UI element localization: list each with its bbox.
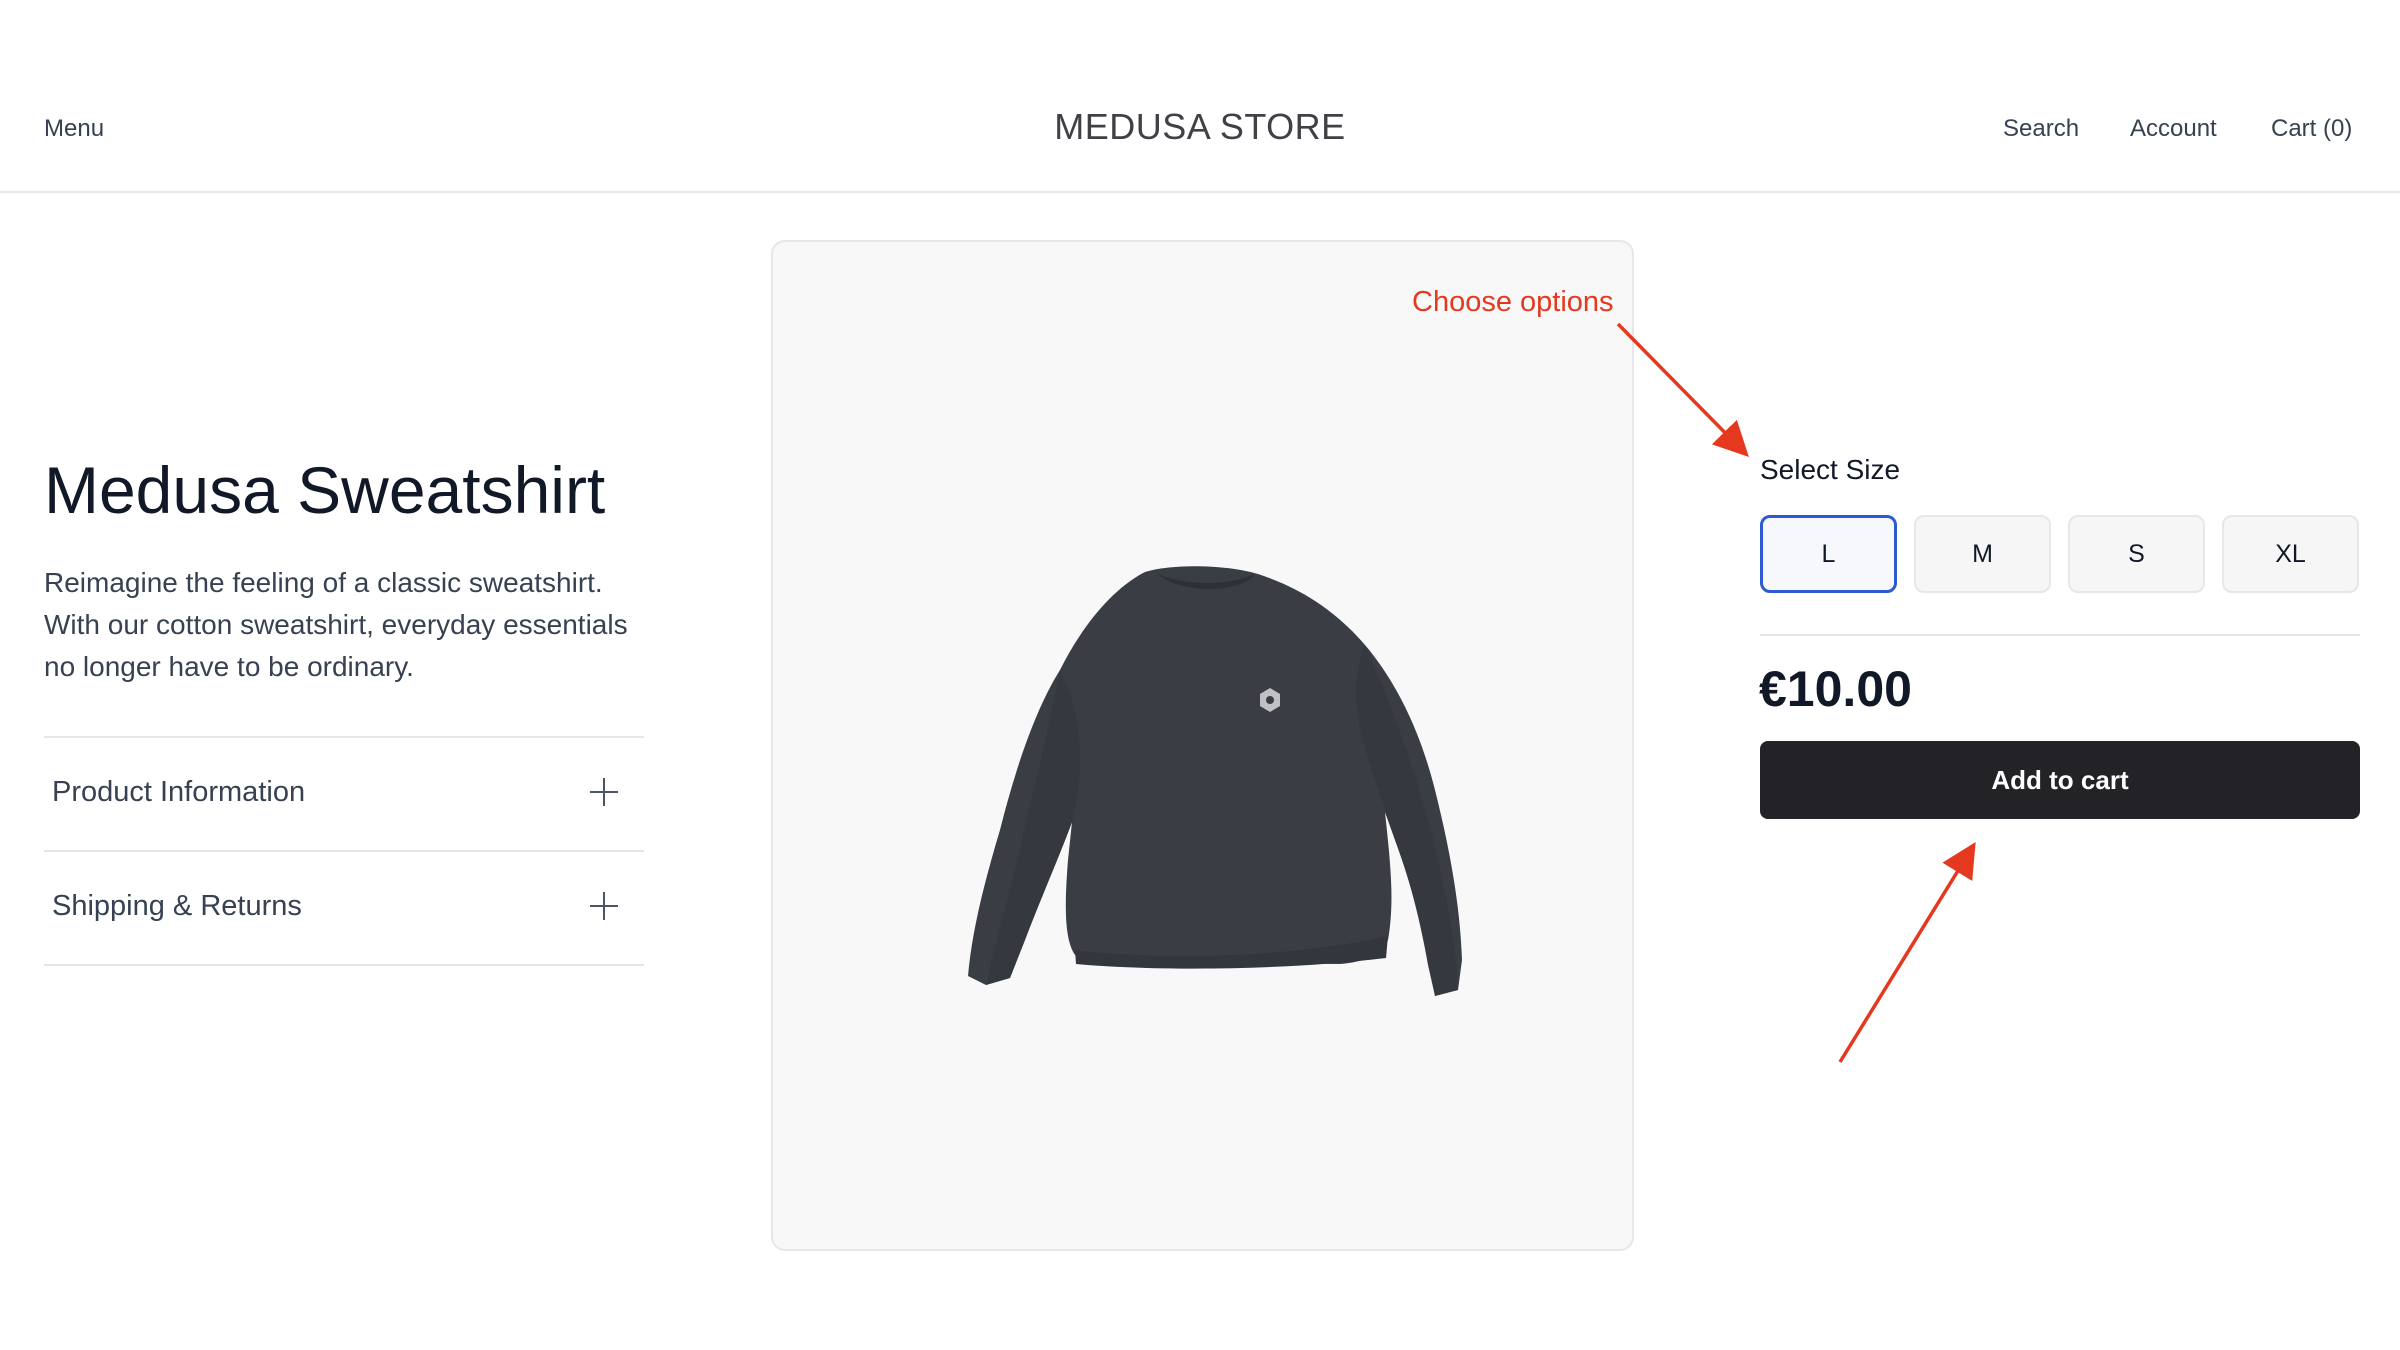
size-option-m[interactable]: M [1914, 515, 2051, 593]
options-divider [1760, 634, 2360, 636]
add-to-cart-button[interactable]: Add to cart [1760, 741, 2360, 819]
plus-icon[interactable] [590, 892, 618, 920]
choose-options-annotation: Choose options [1412, 286, 1614, 318]
account-link[interactable]: Account [2130, 115, 2217, 143]
sweatshirt-image [968, 566, 1462, 996]
size-option-s[interactable]: S [2068, 515, 2205, 593]
search-link[interactable]: Search [2003, 115, 2079, 143]
accordion-label: Product Information [52, 776, 306, 808]
cart-link[interactable]: Cart (0) [2271, 115, 2352, 143]
size-option-xl[interactable]: XL [2222, 515, 2359, 593]
select-size-label: Select Size [1760, 454, 1901, 485]
size-option-l[interactable]: L [1760, 515, 1897, 593]
accordion-label: Shipping & Returns [52, 890, 302, 922]
plus-icon[interactable] [590, 778, 618, 806]
product-description: Reimagine the feeling of a classic sweat… [44, 567, 628, 682]
accordion-product-information[interactable]: Product Information [44, 738, 644, 850]
product-price: €10.00 [1759, 661, 1912, 717]
accordion-shipping-returns[interactable]: Shipping & Returns [44, 852, 644, 964]
site-header: Menu MEDUSA STORE Search Account Cart (0… [0, 73, 2400, 193]
product-title: Medusa Sweatshirt [44, 453, 606, 527]
accordion-divider [44, 964, 644, 966]
